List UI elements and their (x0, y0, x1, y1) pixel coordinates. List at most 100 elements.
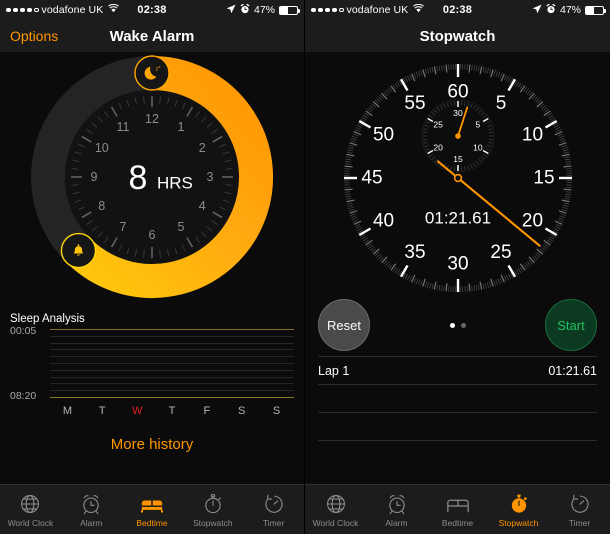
bedtime-hour-label: 12 (145, 112, 159, 126)
more-history-button[interactable]: More history (0, 436, 304, 453)
alarm-clock-icon (386, 492, 408, 516)
sleep-analysis-chart: 00:05 08:20 (10, 325, 294, 402)
status-bar-right-group: 47% (226, 3, 300, 17)
status-bar-left: vodafone UK 02:38 47% (0, 0, 304, 20)
timer-icon (263, 492, 285, 516)
chart-day-label-3: T (168, 405, 176, 417)
page-title-right: Stopwatch (419, 27, 496, 45)
chart-gridline (50, 363, 294, 364)
chart-gridline (50, 390, 294, 392)
chart-y-label-bottom: 08:20 (10, 390, 37, 402)
bedtime-handle[interactable]: z z (134, 55, 170, 91)
sleep-analysis-section: Sleep Analysis 00:05 08:20 M T W T F S S (0, 307, 304, 417)
tab-alarm[interactable]: Alarm (366, 492, 427, 528)
stopwatch-dial-label: 55 (404, 93, 425, 114)
chart-gridline (50, 335, 294, 337)
wake-alarm-handle[interactable] (60, 232, 97, 269)
tab-label-0: World Clock (7, 517, 54, 528)
chart-gridline (50, 383, 294, 385)
battery-icon-right (585, 5, 606, 15)
bedtime-hour-label: 5 (178, 220, 185, 234)
stopwatch-dial-label: 45 (361, 168, 382, 189)
tab-label-1: Alarm (385, 517, 408, 528)
bedtime-dial-area[interactable]: 12 1 2 3 4 5 6 7 8 9 10 11 8 HRS z z (0, 52, 304, 307)
chart-gridline (50, 369, 294, 371)
location-arrow-icon-right (532, 4, 542, 17)
tab-label-2: Bedtime (136, 517, 168, 528)
status-bar-right: vodafone UK 02:38 47% (305, 0, 610, 20)
stopwatch-subdial-label: 20 (433, 143, 443, 153)
right-phone-screen: vodafone UK 02:38 47% Stopwatch 60 5 10 … (305, 0, 610, 534)
sleep-analysis-title: Sleep Analysis (10, 313, 85, 325)
stopwatch-dial-label: 30 (447, 254, 468, 275)
stopwatch-dial-label: 5 (495, 93, 506, 114)
dual-screenshot-container: vodafone UK 02:38 47% Options Wake Alarm (0, 0, 610, 534)
chart-day-label-1: T (98, 405, 106, 417)
tab-world-clock[interactable]: World Clock (305, 492, 366, 528)
chart-y-axis: 00:05 08:20 (10, 325, 50, 402)
chart-day-labels: MTWTFSS (50, 405, 294, 417)
alarm-clock-icon (80, 492, 102, 516)
tab-bar-right[interactable]: World Clock Alarm Bedtime Stopwatch Time… (305, 484, 610, 534)
bedtime-clock-dial[interactable]: 12 12 3 45 6 7 8 9 10 11 8 HRS z z (12, 52, 292, 307)
chart-day-label-6: S (272, 405, 281, 417)
bedtime-hour-label: 6 (149, 228, 156, 242)
bedtime-hour-label: 4 (199, 199, 206, 213)
stopwatch-dial-label: 25 (490, 242, 511, 263)
tab-stopwatch[interactable]: Stopwatch (182, 492, 243, 528)
stopwatch-icon (508, 492, 530, 516)
alarm-clock-icon-right (546, 3, 556, 17)
tab-label-3: Stopwatch (498, 517, 539, 528)
tab-label-4: Timer (262, 517, 285, 528)
lap-time: 01:21.61 (548, 363, 597, 378)
stopwatch-sub-dial: 30 5 10 15 20 25 (421, 99, 494, 173)
reset-button[interactable]: Reset (318, 299, 370, 351)
tab-bar-left[interactable]: World Clock Alarm Bedtime Stopwatch Time… (0, 484, 304, 534)
chart-gridline (50, 349, 294, 351)
chart-day-label-0: M (62, 405, 73, 417)
bedtime-hour-label: 10 (95, 141, 109, 155)
nav-bar-left: Options Wake Alarm (0, 20, 304, 52)
chart-plot-area (50, 329, 294, 398)
start-button[interactable]: Start (545, 299, 597, 351)
tab-bedtime[interactable]: Bedtime (427, 492, 488, 528)
stopwatch-dial-label: 60 (447, 82, 468, 103)
lap-row-empty-2 (318, 413, 597, 440)
bedtime-hour-label: 9 (91, 170, 98, 184)
tab-world-clock[interactable]: World Clock (0, 492, 61, 528)
stopwatch-subdial-label: 25 (433, 120, 443, 130)
stopwatch-dial-label: 20 (521, 211, 542, 232)
stopwatch-subdial-label: 5 (475, 120, 480, 130)
status-bar-right-group-right: 47% (532, 3, 606, 17)
tab-label-1: Alarm (80, 517, 103, 528)
stopwatch-subdial-label: 30 (453, 108, 463, 118)
tab-label-2: Bedtime (441, 517, 474, 528)
bedtime-hour-label: 3 (207, 170, 214, 184)
tab-timer[interactable]: Timer (549, 492, 610, 528)
timer-icon (569, 492, 591, 516)
bedtime-hour-label: 11 (117, 120, 130, 134)
tab-stopwatch[interactable]: Stopwatch (488, 492, 549, 528)
chart-gridline (50, 342, 294, 344)
chart-gridline-bottom (50, 397, 294, 398)
tab-label-3: Stopwatch (192, 517, 233, 528)
left-phone-screen: vodafone UK 02:38 47% Options Wake Alarm (0, 0, 305, 534)
page-indicator-dots[interactable] (449, 322, 466, 328)
tab-timer[interactable]: Timer (243, 492, 304, 528)
page-title-left: Wake Alarm (109, 27, 195, 45)
page-dot-1[interactable] (449, 322, 455, 328)
bedtime-hour-label: 8 (98, 199, 105, 213)
battery-percentage-right: 47% (559, 4, 581, 16)
stopwatch-dial-label: 50 (372, 125, 393, 146)
stopwatch-elapsed-time: 01:21.61 (424, 209, 490, 228)
chart-gridline-top (50, 329, 294, 330)
stopwatch-dial: 60 5 10 15 20 25 30 35 40 45 50 55 30 5 10 15 20 25 01:2… (343, 64, 572, 292)
battery-percentage: 47% (253, 4, 275, 16)
tab-alarm[interactable]: Alarm (61, 492, 122, 528)
chart-day-label-5: S (238, 405, 246, 417)
chart-day-label-2: W (131, 405, 143, 417)
chart-gridline (50, 356, 294, 358)
stopwatch-subdial-label: 10 (473, 143, 483, 153)
tab-bedtime[interactable]: Bedtime (122, 492, 183, 528)
page-dot-2[interactable] (460, 322, 466, 328)
